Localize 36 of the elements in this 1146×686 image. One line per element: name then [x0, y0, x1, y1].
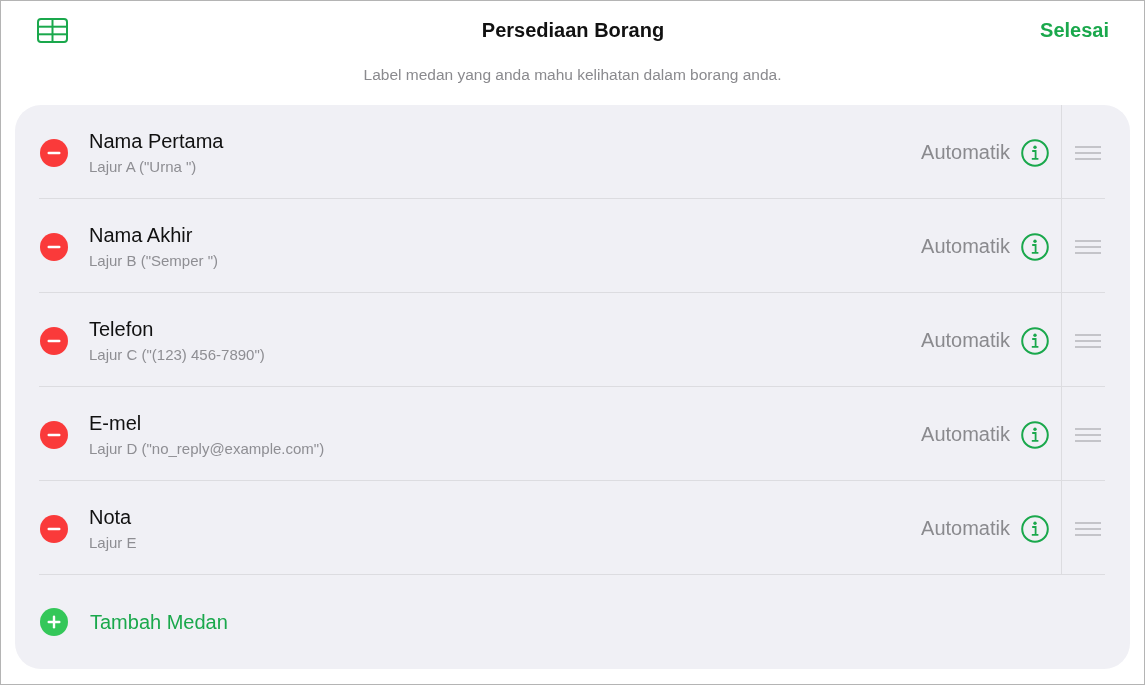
field-label: Nama Pertama — [89, 128, 224, 153]
format-value: Automatik — [921, 329, 1010, 352]
field-source: Lajur C ("(123) 456-7890") — [89, 344, 265, 365]
format-value: Automatik — [921, 423, 1010, 446]
drag-handle-icon[interactable] — [1075, 239, 1101, 254]
info-icon[interactable] — [1021, 420, 1049, 449]
remove-icon[interactable] — [40, 138, 68, 167]
info-icon[interactable] — [1021, 326, 1049, 355]
field-label: E-mel — [89, 410, 142, 435]
format-value: Automatik — [921, 517, 1010, 540]
drag-handle-icon[interactable] — [1075, 333, 1101, 348]
remove-icon[interactable] — [40, 326, 68, 355]
remove-icon[interactable] — [40, 514, 68, 543]
remove-icon[interactable] — [40, 232, 68, 261]
plus-icon — [40, 608, 68, 636]
field-source: Lajur D ("no_reply@example.com") — [89, 438, 325, 459]
info-icon[interactable] — [1021, 232, 1049, 261]
done-button[interactable]: Selesai — [1040, 18, 1109, 42]
instruction-text: Label medan yang anda mahu kelihatan dalam borang anda. — [363, 65, 782, 85]
field-label: Telefon — [89, 316, 154, 341]
format-value: Automatik — [921, 235, 1010, 258]
field-label: Nota — [89, 504, 132, 529]
form-title: Persediaan Borang — [481, 18, 665, 42]
field-label: Nama Akhir — [89, 222, 193, 247]
drag-handle-icon[interactable] — [1075, 427, 1101, 442]
field-source: Lajur A ("Urna ") — [89, 156, 197, 177]
format-value: Automatik — [921, 141, 1010, 164]
field-source: Lajur E — [89, 532, 137, 553]
info-icon[interactable] — [1021, 138, 1049, 167]
drag-handle-icon[interactable] — [1075, 521, 1101, 536]
field-source: Lajur B ("Semper ") — [89, 250, 219, 271]
add-field-button[interactable]: Tambah Medan — [40, 608, 228, 636]
remove-icon[interactable] — [40, 420, 68, 449]
drag-handle-icon[interactable] — [1075, 145, 1101, 160]
info-icon[interactable] — [1021, 514, 1049, 543]
table-icon[interactable] — [37, 17, 68, 43]
